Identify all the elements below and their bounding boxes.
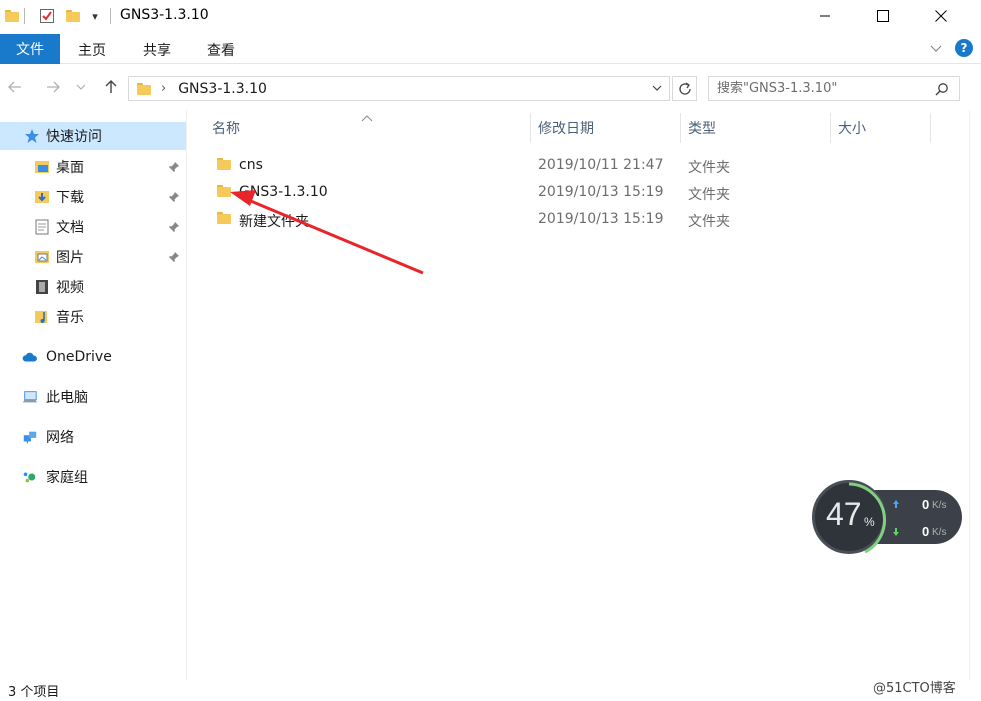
upload-unit: K/s — [932, 500, 947, 511]
upload-speed: 0 — [922, 497, 930, 512]
status-item-count: 3 个项目 — [8, 685, 60, 700]
download-unit: K/s — [932, 527, 947, 538]
watermark: @51CTO博客 — [873, 681, 956, 696]
download-speed: 0 — [922, 524, 930, 539]
percent-symbol: % — [864, 515, 875, 529]
upload-arrow-icon — [892, 497, 900, 513]
scroll-edge — [969, 110, 970, 680]
usage-percent: 47 — [826, 496, 862, 532]
download-arrow-icon — [892, 525, 900, 541]
annotation-arrow — [230, 190, 424, 275]
